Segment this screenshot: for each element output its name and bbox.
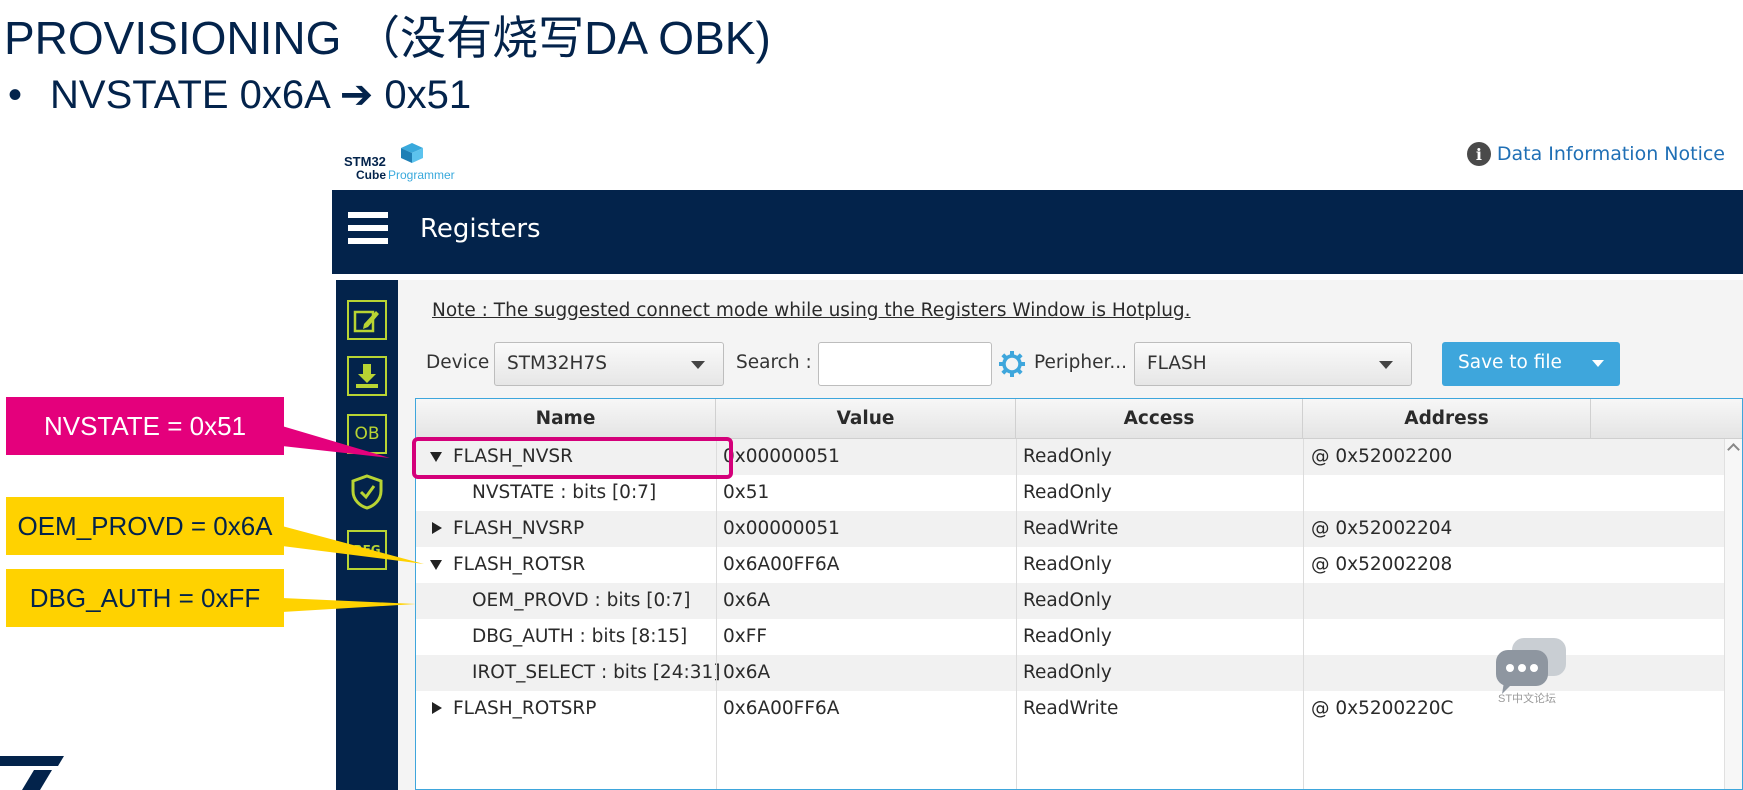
search-label: Search : bbox=[736, 352, 812, 373]
top-bar: Registers bbox=[332, 190, 1743, 274]
cell-address: @ 0x52002200 bbox=[1311, 446, 1453, 467]
chevron-down-icon[interactable] bbox=[1592, 360, 1604, 367]
expand-right-icon[interactable] bbox=[432, 702, 442, 714]
shield-icon bbox=[351, 474, 383, 510]
cell-value: 0x6A00FF6A bbox=[723, 698, 840, 719]
sidebar: OB REG bbox=[336, 280, 398, 790]
logo-cube: Cube bbox=[356, 168, 386, 182]
table-row[interactable]: NVSTATE : bits [0:7] 0x51 ReadOnly bbox=[416, 475, 1726, 511]
cell-name: NVSTATE : bits [0:7] bbox=[472, 482, 657, 503]
callout-nvstate: NVSTATE = 0x51 bbox=[6, 397, 284, 455]
logo-programmer: Programmer bbox=[388, 168, 455, 182]
bullet-text: NVSTATE 0x6A ➔ 0x51 bbox=[50, 73, 472, 117]
sidebar-item-memory-edit[interactable] bbox=[347, 300, 387, 340]
cell-access: ReadOnly bbox=[1023, 662, 1112, 683]
cell-value: 0x00000051 bbox=[723, 446, 840, 467]
device-select[interactable]: STM32H7S bbox=[494, 342, 724, 386]
cell-name: DBG_AUTH : bits [8:15] bbox=[472, 626, 688, 647]
table-header: Name Value Access Address bbox=[416, 399, 1742, 439]
bullet-symbol: • bbox=[8, 73, 23, 117]
download-icon bbox=[356, 364, 378, 388]
callout-dbg-auth: DBG_AUTH = 0xFF bbox=[6, 569, 284, 627]
chevron-down-icon bbox=[1379, 361, 1393, 369]
reg-icon: REG bbox=[353, 543, 381, 557]
cell-name: FLASH_ROTSRP bbox=[453, 698, 597, 719]
info-icon: i bbox=[1466, 142, 1491, 166]
sidebar-item-security[interactable] bbox=[347, 472, 387, 512]
cube-logo-icon bbox=[401, 143, 423, 163]
filter-bar: Device : STM32H7S Search : Peripher... F… bbox=[426, 342, 1742, 386]
cell-name: FLASH_NVSRP bbox=[453, 518, 585, 539]
cell-value: 0x00000051 bbox=[723, 518, 840, 539]
cell-name: IROT_SELECT : bits [24:31] bbox=[472, 662, 721, 683]
cell-value: 0xFF bbox=[723, 626, 768, 647]
device-label: Device : bbox=[426, 352, 502, 373]
st-logo-icon bbox=[0, 756, 64, 790]
data-information-notice-link[interactable]: i Data Information Notice bbox=[1466, 142, 1725, 166]
peripheral-value: FLASH bbox=[1147, 353, 1207, 374]
page-title: Registers bbox=[420, 214, 541, 244]
sidebar-item-option-bytes[interactable]: OB bbox=[347, 414, 387, 454]
peripheral-label: Peripher... bbox=[1034, 352, 1128, 373]
cell-address: @ 0x52002204 bbox=[1311, 518, 1453, 539]
expand-down-icon[interactable] bbox=[430, 560, 442, 570]
connect-mode-note: Note : The suggested connect mode while … bbox=[432, 300, 1191, 321]
search-input[interactable] bbox=[818, 342, 992, 386]
slide-title: PROVISIONING （没有烧写DA OBK) bbox=[4, 12, 771, 64]
column-header-address[interactable]: Address bbox=[1303, 399, 1591, 439]
table-row[interactable]: FLASH_NVSRP 0x00000051 ReadWrite @ 0x520022… bbox=[416, 511, 1726, 547]
cell-access: ReadOnly bbox=[1023, 626, 1112, 647]
column-header-value[interactable]: Value bbox=[716, 399, 1016, 439]
gear-icon[interactable] bbox=[998, 350, 1026, 378]
stm32cubeprogrammer-logo: STM32 Cube Programmer bbox=[344, 142, 484, 184]
column-header-access[interactable]: Access bbox=[1016, 399, 1303, 439]
cell-value: 0x6A bbox=[723, 662, 771, 683]
cell-value: 0x6A00FF6A bbox=[723, 554, 840, 575]
sidebar-item-registers[interactable]: REG bbox=[347, 530, 387, 570]
cell-address: @ 0x52002208 bbox=[1311, 554, 1453, 575]
save-to-file-label: Save to file bbox=[1458, 352, 1562, 373]
cell-access: ReadOnly bbox=[1023, 590, 1112, 611]
ob-icon: OB bbox=[354, 424, 380, 444]
hamburger-menu-icon[interactable] bbox=[348, 212, 388, 248]
cell-name: OEM_PROVD : bits [0:7] bbox=[472, 590, 691, 611]
scroll-up-icon[interactable] bbox=[1727, 443, 1740, 456]
cell-access: ReadOnly bbox=[1023, 482, 1112, 503]
pencil-icon bbox=[353, 310, 379, 333]
cell-access: ReadWrite bbox=[1023, 698, 1119, 719]
cell-address: @ 0x5200220C bbox=[1311, 698, 1454, 719]
vertical-scrollbar[interactable] bbox=[1724, 439, 1742, 789]
cell-value: 0x6A bbox=[723, 590, 771, 611]
forum-label: ST中文论坛 bbox=[1498, 693, 1557, 705]
cell-access: ReadWrite bbox=[1023, 518, 1119, 539]
table-row[interactable]: OEM_PROVD : bits [0:7] 0x6A ReadOnly bbox=[416, 583, 1726, 619]
registers-panel: Note : The suggested connect mode while … bbox=[398, 280, 1743, 790]
notice-label: Data Information Notice bbox=[1496, 143, 1725, 165]
nvstate-highlight-box bbox=[412, 437, 733, 479]
cell-access: ReadOnly bbox=[1023, 446, 1112, 467]
logo-stm32: STM32 bbox=[344, 154, 386, 169]
expand-right-icon[interactable] bbox=[432, 522, 442, 534]
callout-oem-provd: OEM_PROVD = 0x6A bbox=[6, 497, 284, 555]
table-row[interactable]: FLASH_ROTSR 0x6A00FF6A ReadOnly @ 0x5200220… bbox=[416, 547, 1726, 583]
cell-value: 0x51 bbox=[723, 482, 770, 503]
save-to-file-button[interactable]: Save to file bbox=[1442, 342, 1620, 386]
peripheral-select[interactable]: FLASH bbox=[1134, 342, 1412, 386]
cell-access: ReadOnly bbox=[1023, 554, 1112, 575]
chevron-down-icon bbox=[691, 361, 705, 369]
column-header-name[interactable]: Name bbox=[416, 399, 716, 439]
sidebar-item-download[interactable] bbox=[347, 356, 387, 396]
device-value: STM32H7S bbox=[507, 353, 607, 374]
bullet-point: • NVSTATE 0x6A ➔ 0x51 bbox=[8, 72, 471, 118]
cell-name: FLASH_ROTSR bbox=[453, 554, 586, 575]
